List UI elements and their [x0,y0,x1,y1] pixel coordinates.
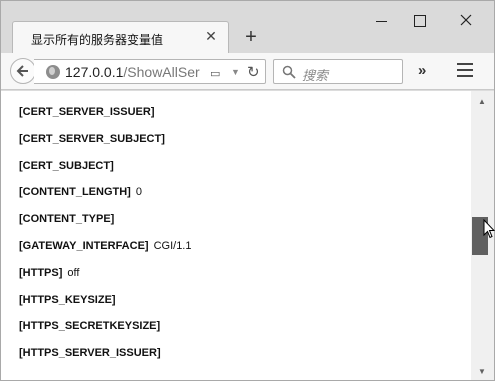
back-arrow-icon [16,65,28,77]
variable-row: [HTTPS_KEYSIZE] [19,294,116,306]
title-bar: 显示所有的服务器变量值 ✕ + [1,1,494,53]
scroll-down-arrow-icon[interactable]: ▼ [478,367,486,376]
close-tab-icon[interactable]: ✕ [204,29,218,43]
variable-row: [CERT_SERVER_SUBJECT] [19,133,165,145]
search-placeholder: 搜索 [302,69,329,84]
reload-icon[interactable]: ↻ [247,63,260,81]
variable-row: [CERT_SUBJECT] [19,160,114,172]
tab-active[interactable]: 显示所有的服务器变量值 ✕ [12,21,229,53]
tab-title: 显示所有的服务器变量值 [31,33,164,47]
variable-value: CGI/1.1 [153,240,192,252]
new-tab-button[interactable]: + [241,27,261,47]
reader-view-icon[interactable]: ▭ [210,67,220,80]
url-host: 127.0.0.1 [65,64,124,80]
mouse-cursor-icon [483,219,495,239]
browser-window: 显示所有的服务器变量值 ✕ + 127.0.0.1/ShowAllSer ▭ ▼… [0,0,495,381]
back-button[interactable] [10,58,36,84]
globe-icon [46,65,60,79]
variable-key: [CERT_SUBJECT] [19,159,114,172]
navigation-bar: 127.0.0.1/ShowAllSer ▭ ▼ ↻ 搜索 » [1,53,494,90]
variable-row: [HTTPS] off [19,267,79,279]
variable-key: [CONTENT_LENGTH] [19,186,131,199]
variable-value: off [67,266,80,279]
variable-key: [GATEWAY_INTERFACE] [19,240,149,252]
variable-row: [HTTPS_SECRETKEYSIZE] [19,320,160,332]
close-icon [460,14,472,26]
variable-value: 0 [135,186,142,199]
history-dropdown-icon[interactable]: ▼ [231,67,240,77]
page-content: [CERT_SERVER_ISSUER] [CERT_SERVER_SUBJECT… [1,91,471,380]
search-input[interactable]: 搜索 [273,59,403,84]
variable-key: [CERT_SERVER_SUBJECT] [19,132,165,145]
maximize-button[interactable] [405,9,435,31]
variable-key: [HTTPS_SERVER_ISSUER] [19,347,161,360]
url-text[interactable]: 127.0.0.1/ShowAllSer [65,64,205,80]
variable-key: [CERT_SERVER_ISSUER] [19,106,155,118]
variable-key: [HTTPS_KEYSIZE] [19,293,116,306]
overflow-chevron-icon[interactable]: » [418,62,427,79]
variable-key: [HTTPS_SECRETKEYSIZE] [19,320,161,333]
minimize-button[interactable] [367,9,397,31]
hamburger-menu-icon[interactable] [457,63,473,77]
url-path: /ShowAllSer [123,64,200,80]
variable-row: [HTTPS_SERVER_ISSUER] [19,347,161,359]
scroll-up-arrow-icon[interactable]: ▲ [478,97,486,106]
close-window-button[interactable] [451,9,481,31]
address-bar[interactable]: 127.0.0.1/ShowAllSer ▭ ▼ ↻ [34,59,266,84]
variable-key: [CONTENT_TYPE] [19,213,115,226]
search-icon [282,65,296,79]
variable-row: [CONTENT_LENGTH] 0 [19,186,142,198]
variable-row: [CERT_SERVER_ISSUER] [19,106,155,118]
variable-key: [HTTPS] [19,266,63,279]
variable-row: [CONTENT_TYPE] [19,213,114,225]
variable-row: [GATEWAY_INTERFACE] CGI/1.1 [19,240,191,252]
